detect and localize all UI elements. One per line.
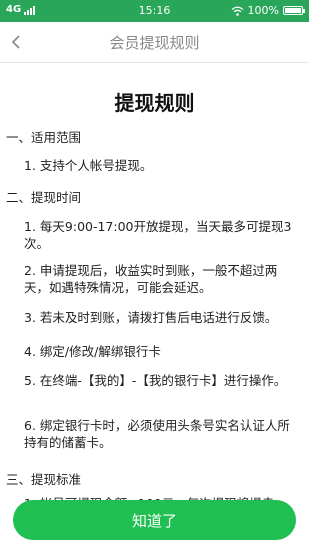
section-heading-time: 二、提现时间 bbox=[6, 190, 82, 205]
battery-percent: 100% bbox=[247, 4, 279, 17]
rule-item: 4. 绑定/修改/解绑银行卡 bbox=[24, 344, 161, 359]
rule-item: 1. 每天9:00-17:00开放提现，当天最多可提现3次。 bbox=[24, 219, 292, 251]
section-heading-scope: 一、适用范围 bbox=[6, 130, 82, 145]
wifi-icon bbox=[231, 6, 243, 16]
section-heading-standard: 三、提现标准 bbox=[6, 472, 82, 487]
nav-title: 会员提现规则 bbox=[109, 34, 200, 52]
nav-bar: 会员提现规则 bbox=[0, 22, 309, 63]
status-bar: 4G 15:16 100% bbox=[0, 0, 309, 22]
battery-icon bbox=[283, 6, 305, 15]
rule-item: 3. 若未及时到账，请拨打售后电话进行反馈。 bbox=[24, 310, 278, 325]
page-title: 提现规则 bbox=[114, 91, 195, 115]
status-right: 100% bbox=[231, 4, 305, 17]
rule-item: 6. 绑定银行卡时，必须使用头条号实名认证人所持有的储蓄卡。 bbox=[24, 418, 290, 450]
rule-item: 1. 支持个人帐号提现。 bbox=[24, 158, 153, 173]
rules-content[interactable]: 提现规则 一、适用范围 1. 支持个人帐号提现。 二、提现时间 1. 每天9:0… bbox=[0, 63, 309, 550]
confirm-button[interactable]: 知道了 bbox=[13, 500, 296, 540]
rule-item: 2. 申请提现后，收益实时到账，一般不超过两天，如遇特殊情况，可能会延迟。 bbox=[24, 263, 278, 295]
rule-item: 5. 在终端-【我的】-【我的银行卡】进行操作。 bbox=[24, 373, 287, 388]
